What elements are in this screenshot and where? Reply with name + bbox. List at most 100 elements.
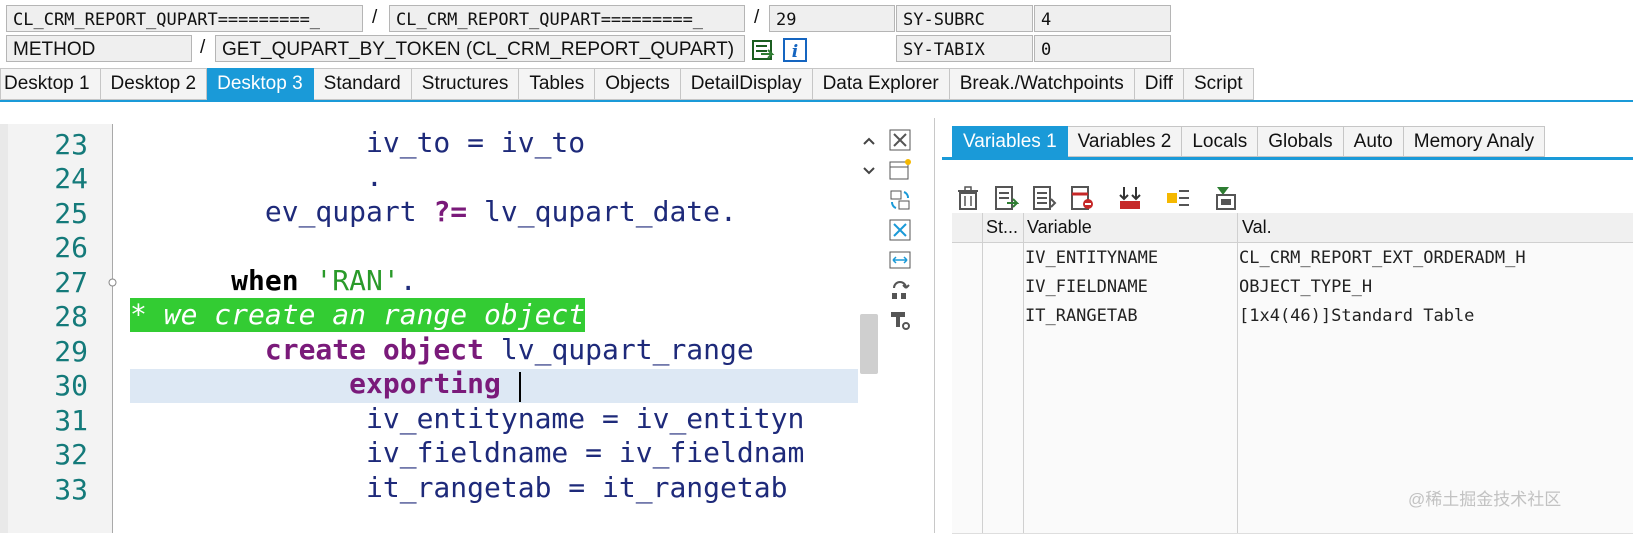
code-keyword: exporting	[349, 367, 501, 400]
table-row[interactable]: IV_ENTITYNAME CL_CRM_REPORT_EXT_ORDERADM…	[952, 243, 1633, 273]
line-number: 28	[54, 300, 88, 333]
tab-desktop-2[interactable]: Desktop 2	[100, 68, 208, 100]
table-row[interactable]	[952, 388, 1633, 418]
tab-desktop-3[interactable]: Desktop 3	[207, 68, 314, 100]
program-field-1[interactable]: CL_CRM_REPORT_QUPART=========_	[6, 5, 363, 32]
path-separator: /	[754, 7, 760, 28]
resize-tool-icon[interactable]	[888, 248, 912, 272]
close-tool-icon[interactable]	[888, 128, 912, 152]
scroll-up-icon[interactable]	[862, 136, 876, 146]
variable-value[interactable]: [1x4(46)]Standard Table	[1239, 306, 1474, 326]
sy-field-name-2[interactable]: SY-TABIX	[896, 35, 1033, 62]
tab-breakpoints[interactable]: Break./Watchpoints	[949, 68, 1135, 100]
tab-globals[interactable]: Globals	[1258, 126, 1344, 157]
variable-name[interactable]: IV_ENTITYNAME	[1025, 248, 1158, 268]
tab-memory-analysis[interactable]: Memory Analy	[1403, 126, 1546, 157]
fold-line	[112, 124, 113, 533]
table-row[interactable]: IV_FIELDNAME OBJECT_TYPE_H	[952, 272, 1633, 302]
line-number: 26	[54, 231, 88, 264]
variables-tab-strip: Variables 1 Variables 2 Locals Globals A…	[952, 126, 1546, 158]
code-text: lv_qupart_date.	[467, 195, 737, 228]
sy-field-value-2[interactable]: 0	[1034, 35, 1171, 62]
variable-name[interactable]: IT_RANGETAB	[1025, 306, 1138, 326]
line-number: 23	[54, 128, 88, 161]
export-icon[interactable]	[1213, 185, 1239, 211]
trash-icon[interactable]	[955, 185, 981, 211]
event-name-field[interactable]: GET_QUPART_BY_TOKEN (CL_CRM_REPORT_QUPAR…	[215, 35, 745, 62]
code-line-29: create object lv_qupart_range	[130, 333, 754, 367]
source-code-editor[interactable]: 23 24 25 26 27 28 29 30 31 32 33 iv_to =…	[0, 124, 884, 533]
tab-script[interactable]: Script	[1183, 68, 1254, 100]
tab-underline	[942, 157, 1633, 160]
tab-structures[interactable]: Structures	[411, 68, 520, 100]
editor-side-toolbar	[884, 124, 918, 533]
code-text: .	[399, 264, 417, 297]
variables-toolbar	[955, 185, 1239, 213]
tab-diff[interactable]: Diff	[1134, 68, 1184, 100]
pane-splitter[interactable]	[934, 118, 935, 533]
code-keyword: when	[231, 264, 299, 297]
tab-auto[interactable]: Auto	[1343, 126, 1404, 157]
tab-data-explorer[interactable]: Data Explorer	[812, 68, 950, 100]
line-number-field[interactable]: 29	[769, 5, 895, 32]
code-line-25: ev_qupart ?= lv_qupart_date.	[130, 195, 737, 229]
code-operator: ?=	[433, 195, 468, 228]
code-keyword: create object	[264, 333, 485, 366]
line-number: 31	[54, 404, 88, 437]
tab-detail-display[interactable]: DetailDisplay	[680, 68, 813, 100]
code-text: lv_qupart_range	[484, 333, 754, 366]
event-type-field[interactable]: METHOD	[6, 35, 192, 62]
table-row[interactable]: IT_RANGETAB [1x4(46)]Standard Table	[952, 301, 1633, 331]
tool-settings-icon[interactable]	[888, 308, 912, 332]
scrollbar-thumb[interactable]	[860, 314, 878, 374]
desktop-tab-strip: Desktop 1 Desktop 2 Desktop 3 Standard S…	[0, 68, 1254, 101]
program-field-2[interactable]: CL_CRM_REPORT_QUPART=========_	[389, 5, 745, 32]
table-row[interactable]	[952, 359, 1633, 389]
tab-variables-1[interactable]: Variables 1	[952, 126, 1068, 157]
variable-value[interactable]: OBJECT_TYPE_H	[1239, 277, 1372, 297]
variable-value[interactable]: CL_CRM_REPORT_EXT_ORDERADM_H	[1239, 248, 1526, 268]
tab-standard[interactable]: Standard	[313, 68, 412, 100]
move-down-icon[interactable]	[1117, 185, 1143, 211]
table-row[interactable]	[952, 417, 1633, 447]
code-line-27: when 'RAN'.	[130, 264, 417, 298]
watermark: @稀土掘金技术社区	[1408, 490, 1562, 509]
swap-tool-icon[interactable]	[888, 188, 912, 212]
line-number: 25	[54, 197, 88, 230]
column-header-variable[interactable]: Variable	[1027, 217, 1092, 238]
document-list-icon[interactable]	[1031, 185, 1057, 211]
tab-underline	[0, 100, 1633, 102]
sy-field-value-1[interactable]: 4	[1034, 5, 1171, 32]
line-number: 32	[54, 438, 88, 471]
column-header-value[interactable]: Val.	[1242, 217, 1272, 238]
delete-row-icon[interactable]	[1069, 185, 1095, 211]
column-header-status[interactable]: St...	[986, 217, 1018, 238]
variable-name[interactable]: IV_FIELDNAME	[1025, 277, 1148, 297]
code-line-24: .	[130, 160, 383, 193]
maximize-tool-icon[interactable]	[888, 218, 912, 242]
code-line-32: iv_fieldname = iv_fieldnam	[130, 436, 805, 469]
sy-field-name-1[interactable]: SY-SUBRC	[896, 5, 1033, 32]
tab-desktop-1[interactable]: Desktop 1	[0, 68, 101, 100]
line-number: 30	[54, 369, 88, 402]
info-icon[interactable]: i	[783, 38, 807, 62]
code-line-23: iv_to = iv_to	[130, 126, 586, 159]
fold-marker-icon[interactable]	[108, 278, 117, 287]
tab-locals[interactable]: Locals	[1182, 126, 1259, 157]
code-line-31: iv_entityname = iv_entityn	[130, 402, 805, 435]
sort-icon[interactable]	[1165, 185, 1191, 211]
table-row[interactable]	[952, 446, 1633, 476]
scroll-down-icon[interactable]	[862, 166, 876, 176]
tab-objects[interactable]: Objects	[595, 68, 681, 100]
new-tool-icon[interactable]	[888, 158, 912, 182]
table-row[interactable]	[952, 330, 1633, 360]
navigate-to-source-icon[interactable]	[751, 38, 775, 62]
insert-row-icon[interactable]	[993, 185, 1019, 211]
refresh-tool-icon[interactable]	[888, 278, 912, 302]
tab-variables-2[interactable]: Variables 2	[1067, 126, 1183, 157]
tab-tables[interactable]: Tables	[519, 68, 596, 100]
line-number: 27	[54, 266, 88, 299]
